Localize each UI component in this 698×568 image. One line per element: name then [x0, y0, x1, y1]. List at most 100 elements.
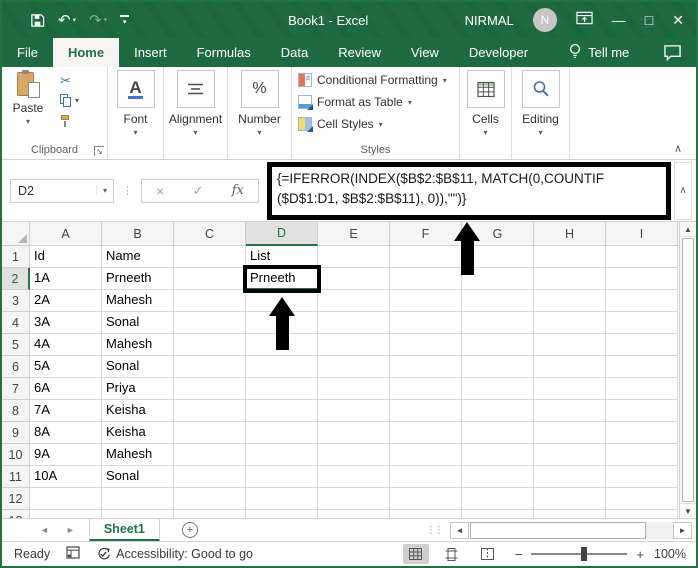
- cell-D13[interactable]: [246, 510, 318, 518]
- conditional-formatting-button[interactable]: Conditional Formatting▾: [298, 70, 459, 90]
- cell-C1[interactable]: [174, 246, 246, 268]
- cell-D6[interactable]: [246, 356, 318, 378]
- horizontal-scrollbar-thumb[interactable]: [470, 522, 646, 539]
- row-header-2[interactable]: 2: [2, 268, 30, 290]
- cell-H6[interactable]: [534, 356, 606, 378]
- cell-A12[interactable]: [30, 488, 102, 510]
- cell-E4[interactable]: [318, 312, 390, 334]
- tab-insert[interactable]: Insert: [119, 38, 182, 67]
- cell-H3[interactable]: [534, 290, 606, 312]
- font-group-button[interactable]: A Font ▾: [108, 67, 164, 159]
- macro-record-icon[interactable]: [66, 546, 80, 562]
- chevron-down-icon[interactable]: ▾: [96, 186, 113, 195]
- cell-E1[interactable]: [318, 246, 390, 268]
- cell-B6[interactable]: Sonal: [102, 356, 174, 378]
- cell-F8[interactable]: [390, 400, 462, 422]
- row-header-5[interactable]: 5: [2, 334, 30, 356]
- cell-I10[interactable]: [606, 444, 678, 466]
- new-sheet-button[interactable]: +: [182, 522, 198, 538]
- cell-B9[interactable]: Keisha: [102, 422, 174, 444]
- maximize-button[interactable]: □: [645, 13, 653, 27]
- cell-E3[interactable]: [318, 290, 390, 312]
- redo-button[interactable]: ↷ ▾: [89, 13, 107, 28]
- cell-G3[interactable]: [462, 290, 534, 312]
- cell-E8[interactable]: [318, 400, 390, 422]
- cell-E5[interactable]: [318, 334, 390, 356]
- cell-E12[interactable]: [318, 488, 390, 510]
- cell-E13[interactable]: [318, 510, 390, 518]
- cell-I11[interactable]: [606, 466, 678, 488]
- cell-A3[interactable]: 2A: [30, 290, 102, 312]
- scroll-right-icon[interactable]: ►: [673, 522, 692, 539]
- next-sheet-icon[interactable]: ►: [66, 525, 75, 535]
- column-header-e[interactable]: E: [318, 222, 390, 246]
- scroll-down-icon[interactable]: ▼: [680, 503, 696, 518]
- cell-H8[interactable]: [534, 400, 606, 422]
- zoom-out-button[interactable]: −: [515, 547, 523, 562]
- insert-function-icon[interactable]: fx: [232, 183, 244, 198]
- cell-A7[interactable]: 6A: [30, 378, 102, 400]
- cell-I3[interactable]: [606, 290, 678, 312]
- cell-C3[interactable]: [174, 290, 246, 312]
- number-group-button[interactable]: % Number ▾: [228, 67, 292, 159]
- tab-data[interactable]: Data: [266, 38, 323, 67]
- page-break-preview-button[interactable]: [475, 544, 501, 564]
- cell-F2[interactable]: [390, 268, 462, 290]
- cell-G9[interactable]: [462, 422, 534, 444]
- cell-C13[interactable]: [174, 510, 246, 518]
- row-header-4[interactable]: 4: [2, 312, 30, 334]
- cell-B12[interactable]: [102, 488, 174, 510]
- cell-B7[interactable]: Priya: [102, 378, 174, 400]
- name-box[interactable]: D2 ▾: [10, 179, 114, 203]
- cell-I6[interactable]: [606, 356, 678, 378]
- cell-B11[interactable]: Sonal: [102, 466, 174, 488]
- cell-G12[interactable]: [462, 488, 534, 510]
- cell-D11[interactable]: [246, 466, 318, 488]
- cell-A6[interactable]: 5A: [30, 356, 102, 378]
- cell-F1[interactable]: [390, 246, 462, 268]
- cancel-icon[interactable]: ×: [156, 183, 164, 199]
- column-header-h[interactable]: H: [534, 222, 606, 246]
- column-header-c[interactable]: C: [174, 222, 246, 246]
- ribbon-display-options-icon[interactable]: [576, 11, 593, 30]
- undo-button[interactable]: ↶ ▾: [58, 13, 76, 28]
- cell-A1[interactable]: Id: [30, 246, 102, 268]
- column-header-f[interactable]: F: [390, 222, 462, 246]
- select-all-corner[interactable]: [2, 222, 30, 246]
- cell-E7[interactable]: [318, 378, 390, 400]
- zoom-percentage[interactable]: 100%: [654, 547, 686, 561]
- cell-A9[interactable]: 8A: [30, 422, 102, 444]
- cell-H11[interactable]: [534, 466, 606, 488]
- vertical-scrollbar[interactable]: ▲ ▼: [679, 222, 696, 518]
- row-header-11[interactable]: 11: [2, 466, 30, 488]
- cell-H12[interactable]: [534, 488, 606, 510]
- cell-A4[interactable]: 3A: [30, 312, 102, 334]
- cell-H1[interactable]: [534, 246, 606, 268]
- cell-C12[interactable]: [174, 488, 246, 510]
- row-header-9[interactable]: 9: [2, 422, 30, 444]
- cell-D10[interactable]: [246, 444, 318, 466]
- normal-view-button[interactable]: [403, 544, 429, 564]
- cell-H2[interactable]: [534, 268, 606, 290]
- cell-I1[interactable]: [606, 246, 678, 268]
- cell-F12[interactable]: [390, 488, 462, 510]
- row-header-6[interactable]: 6: [2, 356, 30, 378]
- tab-home[interactable]: Home: [53, 38, 119, 67]
- cell-F9[interactable]: [390, 422, 462, 444]
- collapse-ribbon-icon[interactable]: ∧: [674, 142, 682, 155]
- cell-styles-button[interactable]: Cell Styles▾: [298, 114, 459, 134]
- cell-I8[interactable]: [606, 400, 678, 422]
- editing-group-button[interactable]: Editing ▾: [512, 67, 570, 159]
- cell-A2[interactable]: 1A: [30, 268, 102, 290]
- cell-A11[interactable]: 10A: [30, 466, 102, 488]
- cell-C11[interactable]: [174, 466, 246, 488]
- cell-D7[interactable]: [246, 378, 318, 400]
- cell-A8[interactable]: 7A: [30, 400, 102, 422]
- paste-button[interactable]: Paste ▾: [2, 71, 54, 142]
- cell-E6[interactable]: [318, 356, 390, 378]
- horizontal-scrollbar[interactable]: ◄ ►: [450, 522, 692, 539]
- cell-G5[interactable]: [462, 334, 534, 356]
- zoom-in-button[interactable]: +: [636, 547, 644, 562]
- cell-B3[interactable]: Mahesh: [102, 290, 174, 312]
- row-header-7[interactable]: 7: [2, 378, 30, 400]
